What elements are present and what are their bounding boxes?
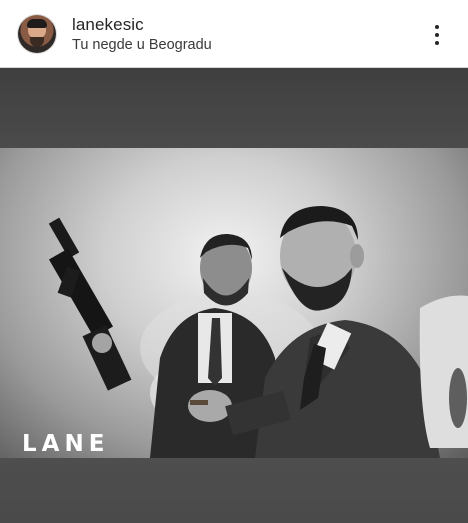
back-man-hand — [92, 333, 112, 353]
more-dot-icon — [435, 33, 439, 37]
brand-logo: LANE — [22, 431, 110, 457]
cigar — [190, 400, 208, 405]
avatar[interactable] — [18, 15, 56, 53]
post-photo[interactable]: LANE — [0, 148, 468, 458]
more-options-button[interactable] — [424, 20, 450, 50]
username-link[interactable]: lanekesic — [72, 15, 144, 35]
avatar-hair — [27, 19, 47, 28]
location-link[interactable]: Tu negde u Beogradu — [72, 37, 212, 53]
rifle-icon — [48, 217, 132, 391]
post-header: lanekesic Tu negde u Beogradu — [0, 0, 468, 68]
avatar-beard — [30, 37, 44, 47]
post-media-container[interactable]: LANE — [0, 68, 468, 523]
photo-illustration — [48, 206, 468, 458]
more-dot-icon — [435, 25, 439, 29]
front-man-hand — [188, 390, 232, 422]
car-light — [449, 368, 467, 428]
more-dot-icon — [435, 41, 439, 45]
front-man-ear — [350, 244, 364, 268]
